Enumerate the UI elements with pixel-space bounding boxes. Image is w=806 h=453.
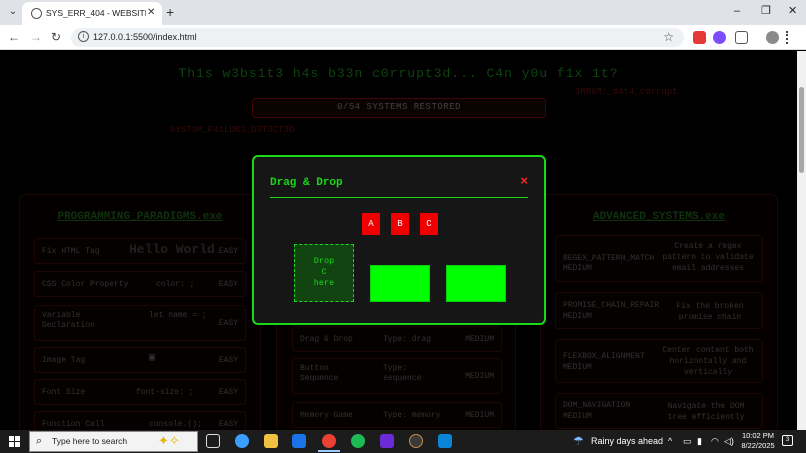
- network-icon[interactable]: ▭: [683, 435, 692, 447]
- active-app-indicator: [318, 450, 340, 452]
- taskbar-search-box[interactable]: ⌕ Type here to search ✦✧: [29, 431, 198, 452]
- search-icon: ⌕: [36, 435, 43, 447]
- draggable-letter-b[interactable]: B: [391, 213, 409, 235]
- drop-zone-filled[interactable]: [370, 265, 430, 302]
- restore-button[interactable]: ❐: [761, 4, 771, 18]
- window-close-button[interactable]: ✕: [788, 4, 797, 18]
- menu-kebab-icon[interactable]: [786, 31, 790, 44]
- dropzone-text: C: [321, 267, 327, 277]
- browser-toolbar: ← → ↻ i 127.0.0.1:5500/index.html ☆: [0, 25, 806, 50]
- task-view-icon[interactable]: [206, 434, 220, 448]
- globe-favicon-icon: [31, 8, 42, 19]
- chevron-up-icon[interactable]: ^: [668, 435, 672, 447]
- dropzone-text: here: [313, 278, 335, 288]
- minimize-button[interactable]: –: [734, 4, 740, 18]
- spotify-icon[interactable]: [351, 434, 365, 448]
- chrome-icon[interactable]: [322, 434, 336, 448]
- modal-title: Drag & Drop: [270, 177, 343, 189]
- outlook-icon[interactable]: [292, 434, 306, 448]
- page-scrollbar[interactable]: [797, 51, 806, 430]
- drop-zone-filled[interactable]: [446, 265, 506, 302]
- modal-divider: [270, 197, 528, 198]
- address-url[interactable]: 127.0.0.1:5500/index.html: [93, 31, 197, 43]
- vivaldi-extension-icon[interactable]: [693, 31, 706, 44]
- scrollbar-thumb[interactable]: [799, 87, 804, 173]
- new-tab-button[interactable]: +: [166, 4, 174, 20]
- bookmark-star-icon[interactable]: ☆: [663, 30, 674, 44]
- taskbar-clock[interactable]: 10:02 PM 8/22/2025: [741, 431, 775, 451]
- windows-start-icon[interactable]: [9, 436, 20, 447]
- extensions-puzzle-icon[interactable]: [735, 31, 748, 44]
- wifi-icon[interactable]: ◠: [711, 435, 719, 447]
- modal-close-button[interactable]: ×: [520, 175, 528, 189]
- back-arrow-icon[interactable]: ←: [8, 30, 20, 44]
- file-explorer-icon[interactable]: [264, 434, 278, 448]
- app-icon[interactable]: [409, 434, 423, 448]
- tab-close-button[interactable]: ✕: [147, 7, 155, 19]
- draggable-letter-c[interactable]: C: [420, 213, 438, 235]
- tab-search-chevron-icon[interactable]: ⌄: [7, 6, 19, 18]
- draggable-letter-a[interactable]: A: [362, 213, 380, 235]
- app-icon[interactable]: [380, 434, 394, 448]
- search-placeholder: Type here to search: [52, 436, 128, 446]
- browser-tab-bar: ⌄ SYS_ERR_404 - WEBSITE CORRUPTED ✕ + – …: [0, 0, 806, 25]
- color-extension-icon[interactable]: [713, 31, 726, 44]
- drop-zone-empty[interactable]: Drop C here: [294, 244, 354, 302]
- weather-status[interactable]: Rainy days ahead: [591, 436, 663, 447]
- site-info-icon[interactable]: i: [78, 31, 89, 42]
- forward-arrow-icon[interactable]: →: [30, 30, 42, 44]
- rain-weather-icon[interactable]: ☂: [573, 434, 584, 448]
- vscode-icon[interactable]: [438, 434, 452, 448]
- reload-icon[interactable]: ↻: [51, 30, 61, 44]
- clock-date: 8/22/2025: [741, 441, 775, 450]
- battery-icon[interactable]: ▮: [697, 435, 702, 447]
- clock-time: 10:02 PM: [741, 431, 775, 440]
- search-highlight-icon: ✦✧: [158, 433, 180, 448]
- copilot-icon[interactable]: [235, 434, 249, 448]
- windows-taskbar: ⌕ Type here to search ✦✧ ☂ Rainy days ah…: [0, 430, 806, 453]
- drag-drop-modal: Drag & Drop × A B C Drop C here: [252, 155, 546, 325]
- tab-title: SYS_ERR_404 - WEBSITE CORRUPTED: [46, 8, 146, 18]
- volume-icon[interactable]: ◁): [724, 435, 734, 447]
- address-bar[interactable]: i 127.0.0.1:5500/index.html ☆: [71, 28, 684, 47]
- profile-avatar[interactable]: [766, 31, 779, 44]
- dropzone-text: Drop: [313, 256, 335, 266]
- notification-center-icon[interactable]: 3: [782, 435, 793, 446]
- browser-tab[interactable]: SYS_ERR_404 - WEBSITE CORRUPTED ✕: [22, 2, 162, 25]
